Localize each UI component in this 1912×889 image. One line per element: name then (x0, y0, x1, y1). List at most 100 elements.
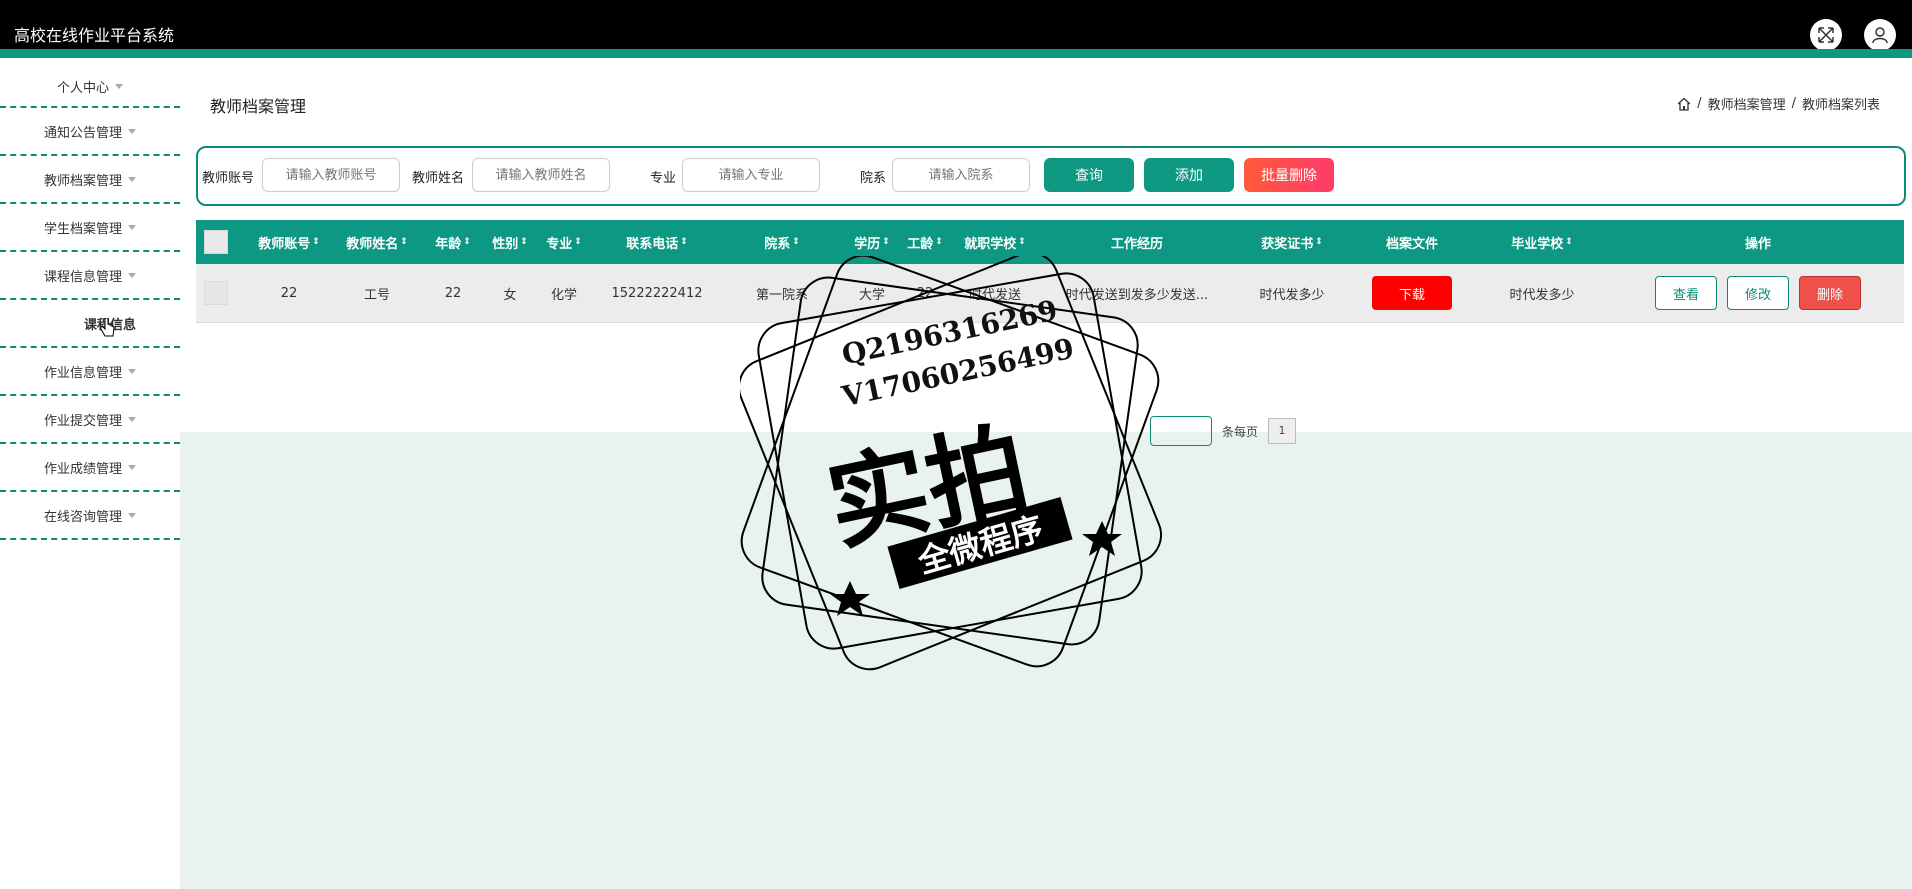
per-page-label: 条每页 (1222, 424, 1259, 439)
select-all-cell (196, 220, 236, 264)
sidebar-item-student-archive[interactable]: 学生档案管理 (0, 204, 180, 252)
caret-down-icon (128, 272, 136, 278)
column-label: 工龄 (907, 236, 934, 252)
sort-icon: ⇕ (680, 237, 688, 247)
column-label: 学历 (854, 236, 881, 252)
col-header-graduate-school[interactable]: 毕业学校 ⇕ (1472, 220, 1612, 264)
view-button[interactable]: 查看 (1655, 276, 1717, 310)
row-checkbox[interactable] (204, 281, 228, 305)
col-header-award[interactable]: 获奖证书 ⇕ (1232, 220, 1352, 264)
hand-cursor-icon (100, 317, 116, 342)
cell-age: 22 (444, 285, 462, 301)
column-label: 性别 (492, 236, 519, 252)
teacher-name-input[interactable] (472, 158, 610, 192)
breadcrumb-item[interactable]: 教师档案管理 (1708, 94, 1786, 113)
cell-major: 化学 (550, 287, 577, 303)
fullscreen-icon[interactable] (1810, 19, 1842, 51)
sidebar-item-label: 学生档案管理 (43, 221, 122, 237)
home-icon[interactable] (1677, 97, 1691, 111)
delete-button[interactable]: 删除 (1799, 276, 1861, 310)
main-content: 教师档案管理 / 教师档案管理 / 教师档案列表 教师账号 教师姓名 专业 院系… (180, 66, 1912, 889)
department-label: 院系 (860, 171, 887, 186)
sidebar-item-notice[interactable]: 通知公告管理 (0, 108, 180, 156)
department-input[interactable] (892, 158, 1030, 192)
col-header-age[interactable]: 年龄 ⇕ (422, 220, 484, 264)
col-header-school[interactable]: 就职学校 ⇕ (948, 220, 1042, 264)
row-select-cell (196, 264, 236, 322)
column-label: 专业 (546, 236, 573, 252)
sidebar-item-course-manage[interactable]: 课程信息管理 (0, 252, 180, 300)
page-number[interactable]: 1 (1268, 418, 1297, 444)
column-label: 就职学校 (964, 236, 1017, 252)
column-label: 联系电话 (626, 236, 679, 252)
breadcrumb: / 教师档案管理 / 教师档案列表 (1677, 94, 1880, 113)
table-row: 22 工号 22 女 化学 15222222412 第一院系 大学 22 时代发… (196, 264, 1904, 323)
cell-experience: 时代发送到发多少发送... (1065, 287, 1209, 303)
caret-down-icon (128, 464, 136, 470)
col-header-actions: 操作 (1612, 220, 1904, 264)
sort-icon: ⇕ (882, 237, 890, 247)
col-header-file: 档案文件 (1352, 220, 1472, 264)
sidebar-item-label: 作业信息管理 (43, 365, 122, 381)
cell-dept: 第一院系 (755, 287, 808, 303)
caret-down-icon (128, 512, 136, 518)
column-label: 教师姓名 (346, 236, 399, 252)
user-icon[interactable] (1864, 19, 1896, 51)
col-header-account[interactable]: 教师账号 ⇕ (246, 220, 332, 264)
search-panel: 教师账号 教师姓名 专业 院系 查询 添加 批量删除 (196, 146, 1906, 206)
sidebar-item-course-info[interactable]: 课程信息 (0, 300, 180, 348)
sidebar-item-homework-submit[interactable]: 作业提交管理 (0, 396, 180, 444)
page-number-value: 1 (1278, 424, 1286, 437)
breadcrumb-separator: / (1791, 96, 1796, 111)
app-title: 高校在线作业平台系统 (14, 26, 175, 45)
sidebar-item-homework-info[interactable]: 作业信息管理 (0, 348, 180, 396)
column-label: 教师账号 (258, 236, 311, 252)
sidebar-item-personal-center[interactable]: 个人中心 (0, 66, 180, 108)
add-button[interactable]: 添加 (1144, 158, 1234, 192)
sort-icon: ⇕ (400, 237, 408, 247)
table-header: 教师账号 ⇕ 教师姓名 ⇕ 年龄 ⇕ 性别 ⇕ 专业 ⇕ 联系电话 ⇕ 院系 ⇕ 学历 ⇕ 工龄… (196, 220, 1904, 264)
col-header-phone[interactable]: 联系电话 ⇕ (592, 220, 722, 264)
cell-file: 下载 (1352, 264, 1472, 322)
caret-down-icon (115, 83, 123, 89)
col-header-dept[interactable]: 院系 ⇕ (722, 220, 842, 264)
batch-delete-button[interactable]: 批量删除 (1244, 158, 1334, 192)
top-accent-bar (0, 49, 1912, 58)
col-header-major[interactable]: 专业 ⇕ (536, 220, 592, 264)
query-button[interactable]: 查询 (1044, 158, 1134, 192)
col-header-education[interactable]: 学历 ⇕ (842, 220, 902, 264)
major-input[interactable] (682, 158, 820, 192)
download-button[interactable]: 下载 (1372, 276, 1452, 310)
cell-school: 时代发送 (968, 287, 1021, 303)
edit-button[interactable]: 修改 (1727, 276, 1789, 310)
column-label: 获奖证书 (1261, 236, 1314, 252)
caret-down-icon (128, 128, 136, 134)
sidebar-item-label: 课程信息管理 (43, 269, 122, 285)
cell-education: 大学 (858, 287, 885, 303)
sidebar-item-label: 通知公告管理 (43, 125, 122, 141)
col-header-name[interactable]: 教师姓名 ⇕ (332, 220, 422, 264)
caret-down-icon (128, 176, 136, 182)
sidebar-item-consult[interactable]: 在线咨询管理 (0, 492, 180, 540)
cell-award: 时代发多少 (1259, 287, 1325, 303)
top-bar: 高校在线作业平台系统 (0, 0, 1912, 58)
sort-icon: ⇕ (935, 237, 943, 247)
col-header-years[interactable]: 工龄 ⇕ (902, 220, 948, 264)
caret-down-icon (128, 416, 136, 422)
teacher-account-label: 教师账号 (202, 171, 255, 186)
sort-icon: ⇕ (1018, 237, 1026, 247)
sidebar-item-homework-grade[interactable]: 作业成绩管理 (0, 444, 180, 492)
sort-icon: ⇕ (574, 237, 582, 247)
cell-gender: 女 (503, 287, 517, 303)
teacher-account-input[interactable] (262, 158, 400, 192)
cell-phone: 15222222412 (611, 285, 703, 301)
sort-icon: ⇕ (312, 237, 320, 247)
major-label: 专业 (650, 171, 677, 186)
page-size-select[interactable] (1150, 416, 1212, 446)
sidebar-item-label: 个人中心 (56, 80, 109, 96)
column-label: 院系 (764, 236, 791, 252)
col-header-gender[interactable]: 性别 ⇕ (484, 220, 536, 264)
select-all-checkbox[interactable] (204, 230, 228, 254)
sidebar-item-teacher-archive[interactable]: 教师档案管理 (0, 156, 180, 204)
breadcrumb-item: 教师档案列表 (1801, 98, 1880, 113)
